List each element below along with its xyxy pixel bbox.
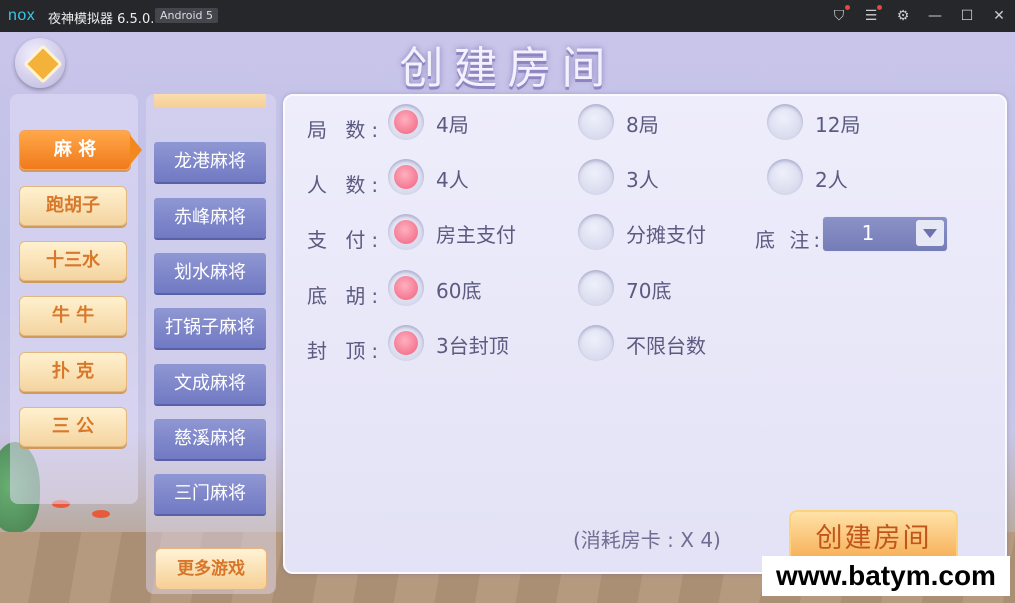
game-item-daguozi[interactable]: 打锅子麻将 xyxy=(154,308,266,348)
players-label: 人 数: xyxy=(307,173,385,197)
minimize-icon[interactable]: — xyxy=(925,6,945,26)
category-mahjong[interactable]: 麻 将 xyxy=(19,130,142,170)
game-item-wencheng[interactable]: 文成麻将 xyxy=(154,364,266,404)
cap-label: 封 顶: xyxy=(307,339,385,363)
android-version-badge: Android 5 xyxy=(155,8,219,23)
option-label: 不限台数 xyxy=(626,334,706,358)
game-item-sanmen[interactable]: 三门麻将 xyxy=(154,474,266,514)
room-card-cost: (消耗房卡 : X 4) xyxy=(573,528,721,552)
category-paohuzi[interactable]: 跑胡子 xyxy=(19,186,127,226)
option-label: 分摊支付 xyxy=(626,223,706,247)
base-hu-label: 底 胡: xyxy=(307,284,385,308)
option-label: 70底 xyxy=(626,279,672,303)
app-title: 夜神模拟器 6.5.0.0 xyxy=(48,12,163,27)
option-label: 4局 xyxy=(436,113,469,137)
radio-unselected[interactable] xyxy=(767,104,803,140)
gear-icon[interactable]: ⚙ xyxy=(893,6,913,26)
chevron-down-icon[interactable] xyxy=(916,220,944,246)
notification-dot xyxy=(877,5,882,10)
category-poker[interactable]: 扑 克 xyxy=(19,352,127,392)
radio-selected[interactable] xyxy=(388,159,424,195)
option-label: 3人 xyxy=(626,168,659,192)
maximize-icon[interactable]: ☐ xyxy=(957,6,977,26)
room-options-panel: 局 数: 4局 8局 12局 人 数: 4人 3人 2人 支 付: 房主支付 分… xyxy=(283,94,1007,574)
radio-unselected[interactable] xyxy=(578,104,614,140)
radio-unselected[interactable] xyxy=(578,325,614,361)
option-label: 60底 xyxy=(436,279,482,303)
payment-label: 支 付: xyxy=(307,228,385,252)
game-list[interactable]: 龙港麻将 赤峰麻将 划水麻将 打锅子麻将 文成麻将 慈溪麻将 三门麻将 xyxy=(146,94,276,594)
notification-dot xyxy=(845,5,850,10)
game-item-cixi[interactable]: 慈溪麻将 xyxy=(154,419,266,459)
radio-unselected[interactable] xyxy=(767,159,803,195)
category-sangong[interactable]: 三 公 xyxy=(19,407,127,447)
emulator-title-bar: nox 夜神模拟器 6.5.0.0 Android 5 ⛉ ☰ ⚙ — ☐ ✕ xyxy=(0,0,1015,32)
watermark: www.batym.com xyxy=(762,556,1010,596)
game-item-chifeng[interactable]: 赤峰麻将 xyxy=(154,198,266,238)
close-icon[interactable]: ✕ xyxy=(989,6,1009,26)
radio-unselected[interactable] xyxy=(578,270,614,306)
radio-selected[interactable] xyxy=(388,270,424,306)
category-shisanshui[interactable]: 十三水 xyxy=(19,241,127,281)
option-label: 12局 xyxy=(815,113,861,137)
radio-selected[interactable] xyxy=(388,104,424,140)
game-screen: 创建房间 麻 将 跑胡子 十三水 牛 牛 扑 克 三 公 龙港麻将 赤峰麻将 划… xyxy=(0,32,1015,603)
game-item-huashui[interactable]: 划水麻将 xyxy=(154,253,266,293)
nox-logo: nox xyxy=(8,7,36,24)
option-label: 8局 xyxy=(626,113,659,137)
rounds-label: 局 数: xyxy=(307,118,385,142)
option-label: 2人 xyxy=(815,168,848,192)
base-bet-select[interactable]: 1 xyxy=(822,216,948,252)
game-item-partial[interactable] xyxy=(154,94,266,108)
option-label: 房主支付 xyxy=(436,223,516,247)
category-panel: 麻 将 跑胡子 十三水 牛 牛 扑 克 三 公 xyxy=(10,94,142,504)
radio-unselected[interactable] xyxy=(578,159,614,195)
page-title: 创建房间 xyxy=(399,43,616,94)
radio-selected[interactable] xyxy=(388,325,424,361)
category-niuniu[interactable]: 牛 牛 xyxy=(19,296,127,336)
base-bet-value: 1 xyxy=(861,221,875,245)
base-bet-label: 底 注: xyxy=(755,228,825,252)
radio-selected[interactable] xyxy=(388,214,424,250)
radio-unselected[interactable] xyxy=(578,214,614,250)
koi-fish-decoration xyxy=(92,510,110,518)
more-games-button[interactable]: 更多游戏 xyxy=(155,548,267,590)
game-item-longgang[interactable]: 龙港麻将 xyxy=(154,142,266,182)
option-label: 3台封顶 xyxy=(436,334,509,358)
option-label: 4人 xyxy=(436,168,469,192)
